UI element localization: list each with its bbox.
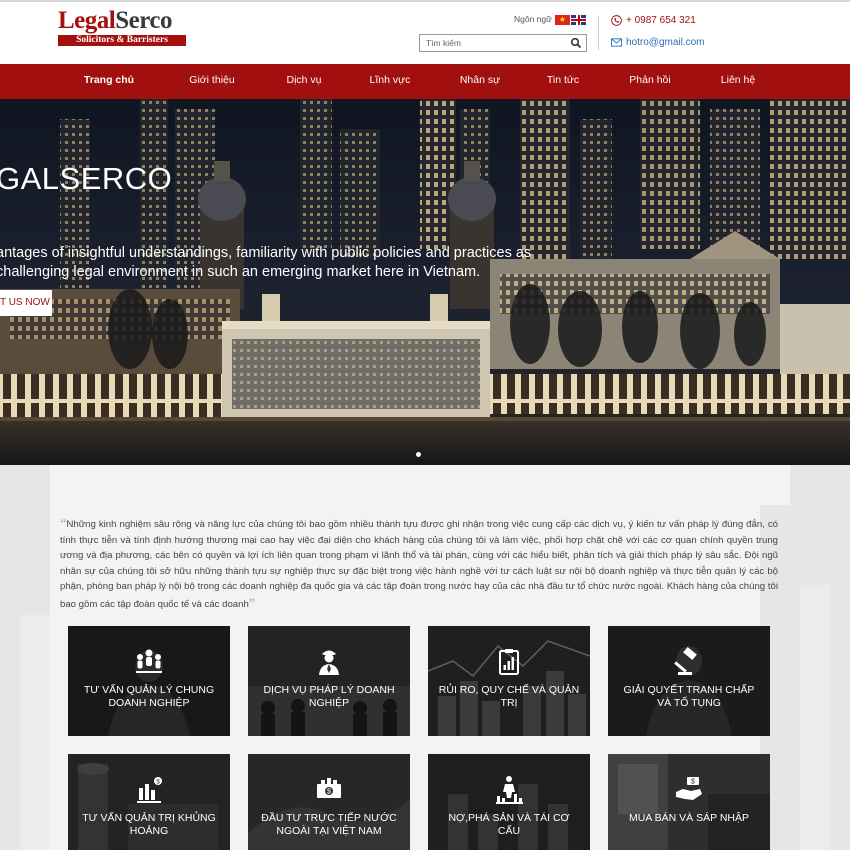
hero-text: antages of insightful understandings, fa… (0, 245, 532, 280)
main-nav: Trang chủ Giới thiệu Dịch vụ Lĩnh vực Nh… (0, 64, 850, 99)
search-icon[interactable] (570, 37, 582, 49)
service-card-risk[interactable]: Rủi ro, quy chế và quản trị (428, 626, 590, 736)
contact-us-button[interactable]: T US NOW (0, 290, 52, 316)
card-background-image (68, 626, 230, 736)
nav-item-feedback[interactable]: Phản hồi (612, 64, 688, 99)
service-label: Rủi ro, quy chế và quản trị (438, 684, 580, 709)
hero-night-city-image (0, 99, 850, 465)
nav-item-contact[interactable]: Liên hệ (702, 64, 774, 99)
falling-chart-icon (496, 776, 523, 804)
intro-section: “Những kinh nghiệm sâu rộng và năng lực … (0, 465, 850, 850)
gavel-icon (674, 646, 697, 675)
svg-text:$: $ (691, 779, 695, 786)
nav-item-home[interactable]: Trang chủ (70, 64, 148, 99)
nav-item-about[interactable]: Giới thiệu (172, 64, 252, 99)
logo-title: LegalSerco (58, 8, 188, 34)
svg-text:$: $ (327, 789, 331, 796)
card-background-image (248, 626, 410, 736)
intro-text: Những kinh nghiệm sâu rộng và năng lực c… (60, 519, 778, 610)
service-label: Giải quyết tranh chấp và tố tụng (623, 684, 755, 709)
language-label: Ngôn ngữ : (514, 14, 557, 24)
service-label: Tư vấn quản lý chung doanh nghiệp (83, 684, 215, 709)
uk-flag-icon[interactable] (571, 15, 586, 25)
phone-icon (611, 15, 622, 26)
bar-chart-icon: $ (137, 777, 162, 803)
service-label: Dịch vụ pháp lý doanh nghiệp (263, 684, 395, 709)
header-divider (598, 16, 599, 50)
nav-item-staff[interactable]: Nhân sự (442, 64, 518, 99)
logo-name-dark: Serco (115, 7, 172, 34)
hero-slider: GALSERCO antages of insightful understan… (0, 99, 850, 465)
search-input[interactable] (420, 35, 566, 51)
nav-item-news[interactable]: Tin tức (527, 64, 599, 99)
service-card-dispute[interactable]: Giải quyết tranh chấp và tố tụng (608, 626, 770, 736)
group-people-icon (136, 649, 162, 673)
service-card-fdi[interactable]: $ Đầu tư trực tiếp nước ngoài tại Việt N… (248, 754, 410, 850)
card-background-image (608, 626, 770, 736)
logo-name-red: Legal (58, 7, 116, 34)
nav-item-fields[interactable]: Lĩnh vực (352, 64, 428, 99)
phone-number: + 0987 654 321 (626, 15, 696, 26)
email-icon (611, 38, 622, 47)
logo[interactable]: LegalSerco Solicitors & Barristers (58, 8, 188, 46)
close-quote-icon: ” (248, 594, 256, 610)
hero-title: GALSERCO (0, 161, 173, 196)
vietnam-flag-icon[interactable]: ★ (555, 15, 570, 25)
lawyer-icon (319, 650, 339, 675)
service-label: Nợ,phá sản và tái cơ cấu (448, 812, 570, 837)
service-card-legal[interactable]: Dịch vụ pháp lý doanh nghiệp (248, 626, 410, 736)
intro-quote: “Những kinh nghiệm sâu rộng và năng lực … (60, 515, 778, 613)
search-box (419, 34, 587, 52)
service-card-crisis[interactable]: $ Tư vấn quản trị khủng hoảng (68, 754, 230, 850)
phone-contact[interactable]: + 0987 654 321 (611, 15, 696, 26)
nav-item-services[interactable]: Dịch vụ (268, 64, 340, 99)
service-label: Tư vấn quản trị khủng hoảng (82, 812, 216, 837)
service-card-management[interactable]: Tư vấn quản lý chung doanh nghiệp (68, 626, 230, 736)
service-card-mna[interactable]: $ Mua bán và sáp nhập (608, 754, 770, 850)
service-label: Đầu tư trực tiếp nước ngoài tại Việt Nam (261, 812, 397, 837)
site-header: LegalSerco Solicitors & Barristers (0, 2, 850, 64)
logo-tagline: Solicitors & Barristers (58, 35, 186, 46)
card-background-image (428, 626, 590, 736)
money-icon: $ (317, 778, 341, 798)
service-label: Mua bán và sáp nhập (628, 812, 749, 824)
email-address: hotro@gmail.com (626, 37, 705, 48)
service-card-bankruptcy[interactable]: Nợ,phá sản và tái cơ cấu (428, 754, 590, 850)
clipboard-chart-icon (499, 649, 519, 675)
slider-dot[interactable] (416, 452, 421, 457)
email-contact[interactable]: hotro@gmail.com (611, 37, 705, 48)
handshake-icon: $ (676, 777, 702, 800)
